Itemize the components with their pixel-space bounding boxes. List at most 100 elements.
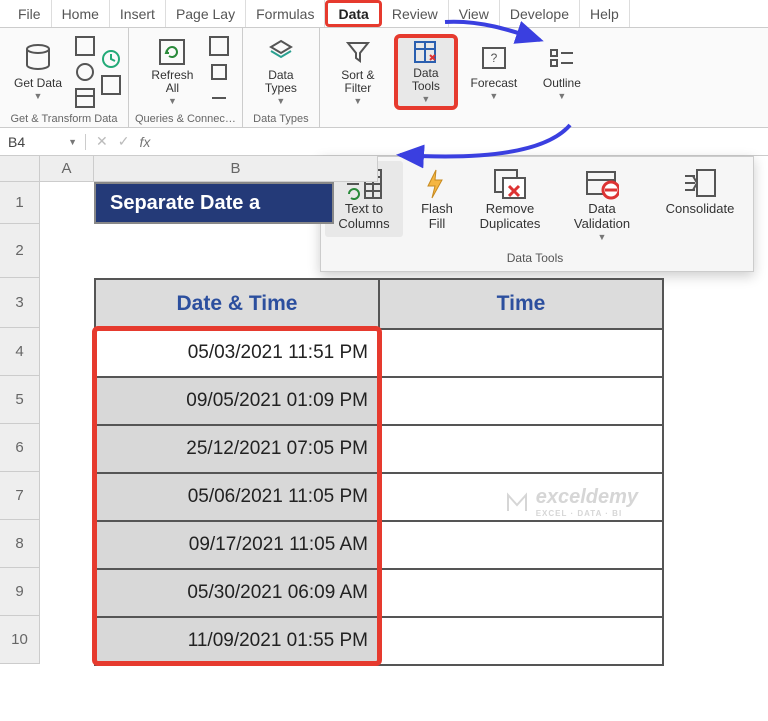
cell-c9[interactable]	[379, 569, 663, 617]
svg-text:?: ?	[491, 51, 498, 65]
chevron-down-icon: ▼	[34, 91, 43, 101]
tab-developer[interactable]: Develope	[500, 0, 580, 27]
outline-icon	[548, 41, 576, 75]
refresh-icon	[157, 37, 187, 67]
title-cell[interactable]: Separate Date a	[94, 182, 334, 224]
ribbon-group-queries: Refresh All ▼ Queries & Connec…	[129, 28, 243, 127]
name-box-value: B4	[8, 134, 25, 150]
formula-bar-row: B4 ▼ ✕ ✓ fx	[0, 128, 768, 156]
links-icon[interactable]	[208, 87, 230, 109]
cell-b5[interactable]: 09/05/2021 01:09 PM	[95, 377, 379, 425]
filter-icon	[345, 37, 371, 67]
row-header[interactable]: 4	[0, 328, 40, 376]
tab-view[interactable]: View	[449, 0, 500, 27]
cell-c4[interactable]	[379, 329, 663, 377]
tab-data[interactable]: Data	[325, 0, 381, 27]
tab-page-layout[interactable]: Page Lay	[166, 0, 246, 27]
from-web-icon[interactable]	[74, 61, 96, 83]
col-header[interactable]: B	[94, 156, 378, 182]
ribbon: Get Data ▼ Get & Transform Data Refresh …	[0, 28, 768, 128]
data-types-button[interactable]: Data Types ▼	[249, 34, 313, 110]
row-header[interactable]: 3	[0, 278, 40, 328]
header-date-time[interactable]: Date & Time	[95, 279, 379, 329]
sort-filter-label: Sort & Filter	[329, 69, 387, 97]
forecast-button[interactable]: ? Forecast ▼	[462, 34, 526, 110]
refresh-all-button[interactable]: Refresh All ▼	[140, 34, 204, 110]
column-headers: A B	[40, 156, 768, 182]
col-header[interactable]: A	[40, 156, 94, 182]
spreadsheet-grid: 1 2 3 4 5 6 7 8 9 10 A B Separate Date a…	[0, 156, 768, 664]
name-box[interactable]: B4 ▼	[0, 134, 86, 150]
database-icon	[24, 41, 52, 75]
group-caption-types: Data Types	[253, 111, 308, 125]
select-all-corner[interactable]	[0, 156, 40, 182]
get-data-label: Get Data	[14, 77, 62, 91]
row-header[interactable]: 6	[0, 424, 40, 472]
chevron-down-icon: ▼	[489, 91, 498, 101]
row-header[interactable]: 8	[0, 520, 40, 568]
header-time[interactable]: Time	[379, 279, 663, 329]
recent-icon[interactable]	[100, 48, 122, 70]
chevron-down-icon: ▼	[276, 96, 285, 106]
menu-bar: File Home Insert Page Lay Formulas Data …	[0, 0, 768, 28]
chevron-down-icon: ▼	[168, 96, 177, 106]
cell-c5[interactable]	[379, 377, 663, 425]
chevron-down-icon: ▼	[68, 137, 77, 147]
connections-icon2[interactable]	[100, 74, 122, 96]
cell-c7[interactable]	[379, 473, 663, 521]
get-data-small-buttons2	[100, 48, 122, 96]
from-table-icon[interactable]	[74, 87, 96, 109]
data-types-icon	[266, 37, 296, 67]
row-header[interactable]: 7	[0, 472, 40, 520]
queries-small	[208, 35, 230, 109]
row-header[interactable]: 9	[0, 568, 40, 616]
enter-icon[interactable]: ✓	[118, 133, 130, 150]
data-tools-icon	[412, 39, 440, 65]
properties-icon[interactable]	[208, 61, 230, 83]
cell-b6[interactable]: 25/12/2021 07:05 PM	[95, 425, 379, 473]
refresh-label: Refresh All	[143, 69, 201, 97]
cell-b8[interactable]: 09/17/2021 11:05 AM	[95, 521, 379, 569]
cell-c6[interactable]	[379, 425, 663, 473]
tab-insert[interactable]: Insert	[110, 0, 166, 27]
tab-formulas[interactable]: Formulas	[246, 0, 325, 27]
row-header[interactable]: 5	[0, 376, 40, 424]
get-data-button[interactable]: Get Data ▼	[6, 34, 70, 110]
cell-b9[interactable]: 05/30/2021 06:09 AM	[95, 569, 379, 617]
row-headers: 1 2 3 4 5 6 7 8 9 10	[0, 156, 40, 664]
chevron-down-icon: ▼	[353, 96, 362, 106]
fx-icon[interactable]: fx	[139, 134, 150, 150]
cell-b4[interactable]: 05/03/2021 11:51 PM	[95, 329, 379, 377]
chevron-down-icon: ▼	[421, 94, 430, 104]
sheet-area[interactable]: A B Separate Date a Date & Time Time 05/…	[40, 156, 768, 664]
cell-c8[interactable]	[379, 521, 663, 569]
get-data-small-buttons	[74, 35, 96, 109]
cell-b7[interactable]: 05/06/2021 11:05 PM	[95, 473, 379, 521]
sort-filter-button[interactable]: Sort & Filter ▼	[326, 34, 390, 110]
cell-b10[interactable]: 11/09/2021 01:55 PM	[95, 617, 379, 665]
forecast-label: Forecast	[471, 77, 518, 91]
outline-button[interactable]: Outline ▼	[530, 34, 594, 110]
data-tools-label: Data Tools	[400, 67, 452, 95]
from-text-icon[interactable]	[74, 35, 96, 57]
forecast-icon: ?	[480, 41, 508, 75]
tab-help[interactable]: Help	[580, 0, 630, 27]
data-table: Date & Time Time 05/03/2021 11:51 PM 09/…	[94, 278, 664, 666]
row-header[interactable]: 2	[0, 224, 40, 278]
data-tools-button[interactable]: Data Tools ▼	[394, 34, 458, 110]
tab-review[interactable]: Review	[382, 0, 449, 27]
row-header[interactable]: 1	[0, 182, 40, 224]
data-types-label: Data Types	[252, 69, 310, 97]
formula-bar-icons: ✕ ✓ fx	[86, 133, 160, 150]
cell-c10[interactable]	[379, 617, 663, 665]
outline-label: Outline	[543, 77, 581, 91]
cancel-icon[interactable]: ✕	[96, 133, 108, 150]
chevron-down-icon: ▼	[557, 91, 566, 101]
tab-file[interactable]: File	[8, 0, 52, 27]
row-header[interactable]: 10	[0, 616, 40, 664]
group-caption-get-transform: Get & Transform Data	[11, 111, 118, 125]
ribbon-group-get-transform: Get Data ▼ Get & Transform Data	[0, 28, 129, 127]
data-table-wrap: Date & Time Time 05/03/2021 11:51 PM 09/…	[94, 278, 664, 666]
queries-icon[interactable]	[208, 35, 230, 57]
tab-home[interactable]: Home	[52, 0, 110, 27]
